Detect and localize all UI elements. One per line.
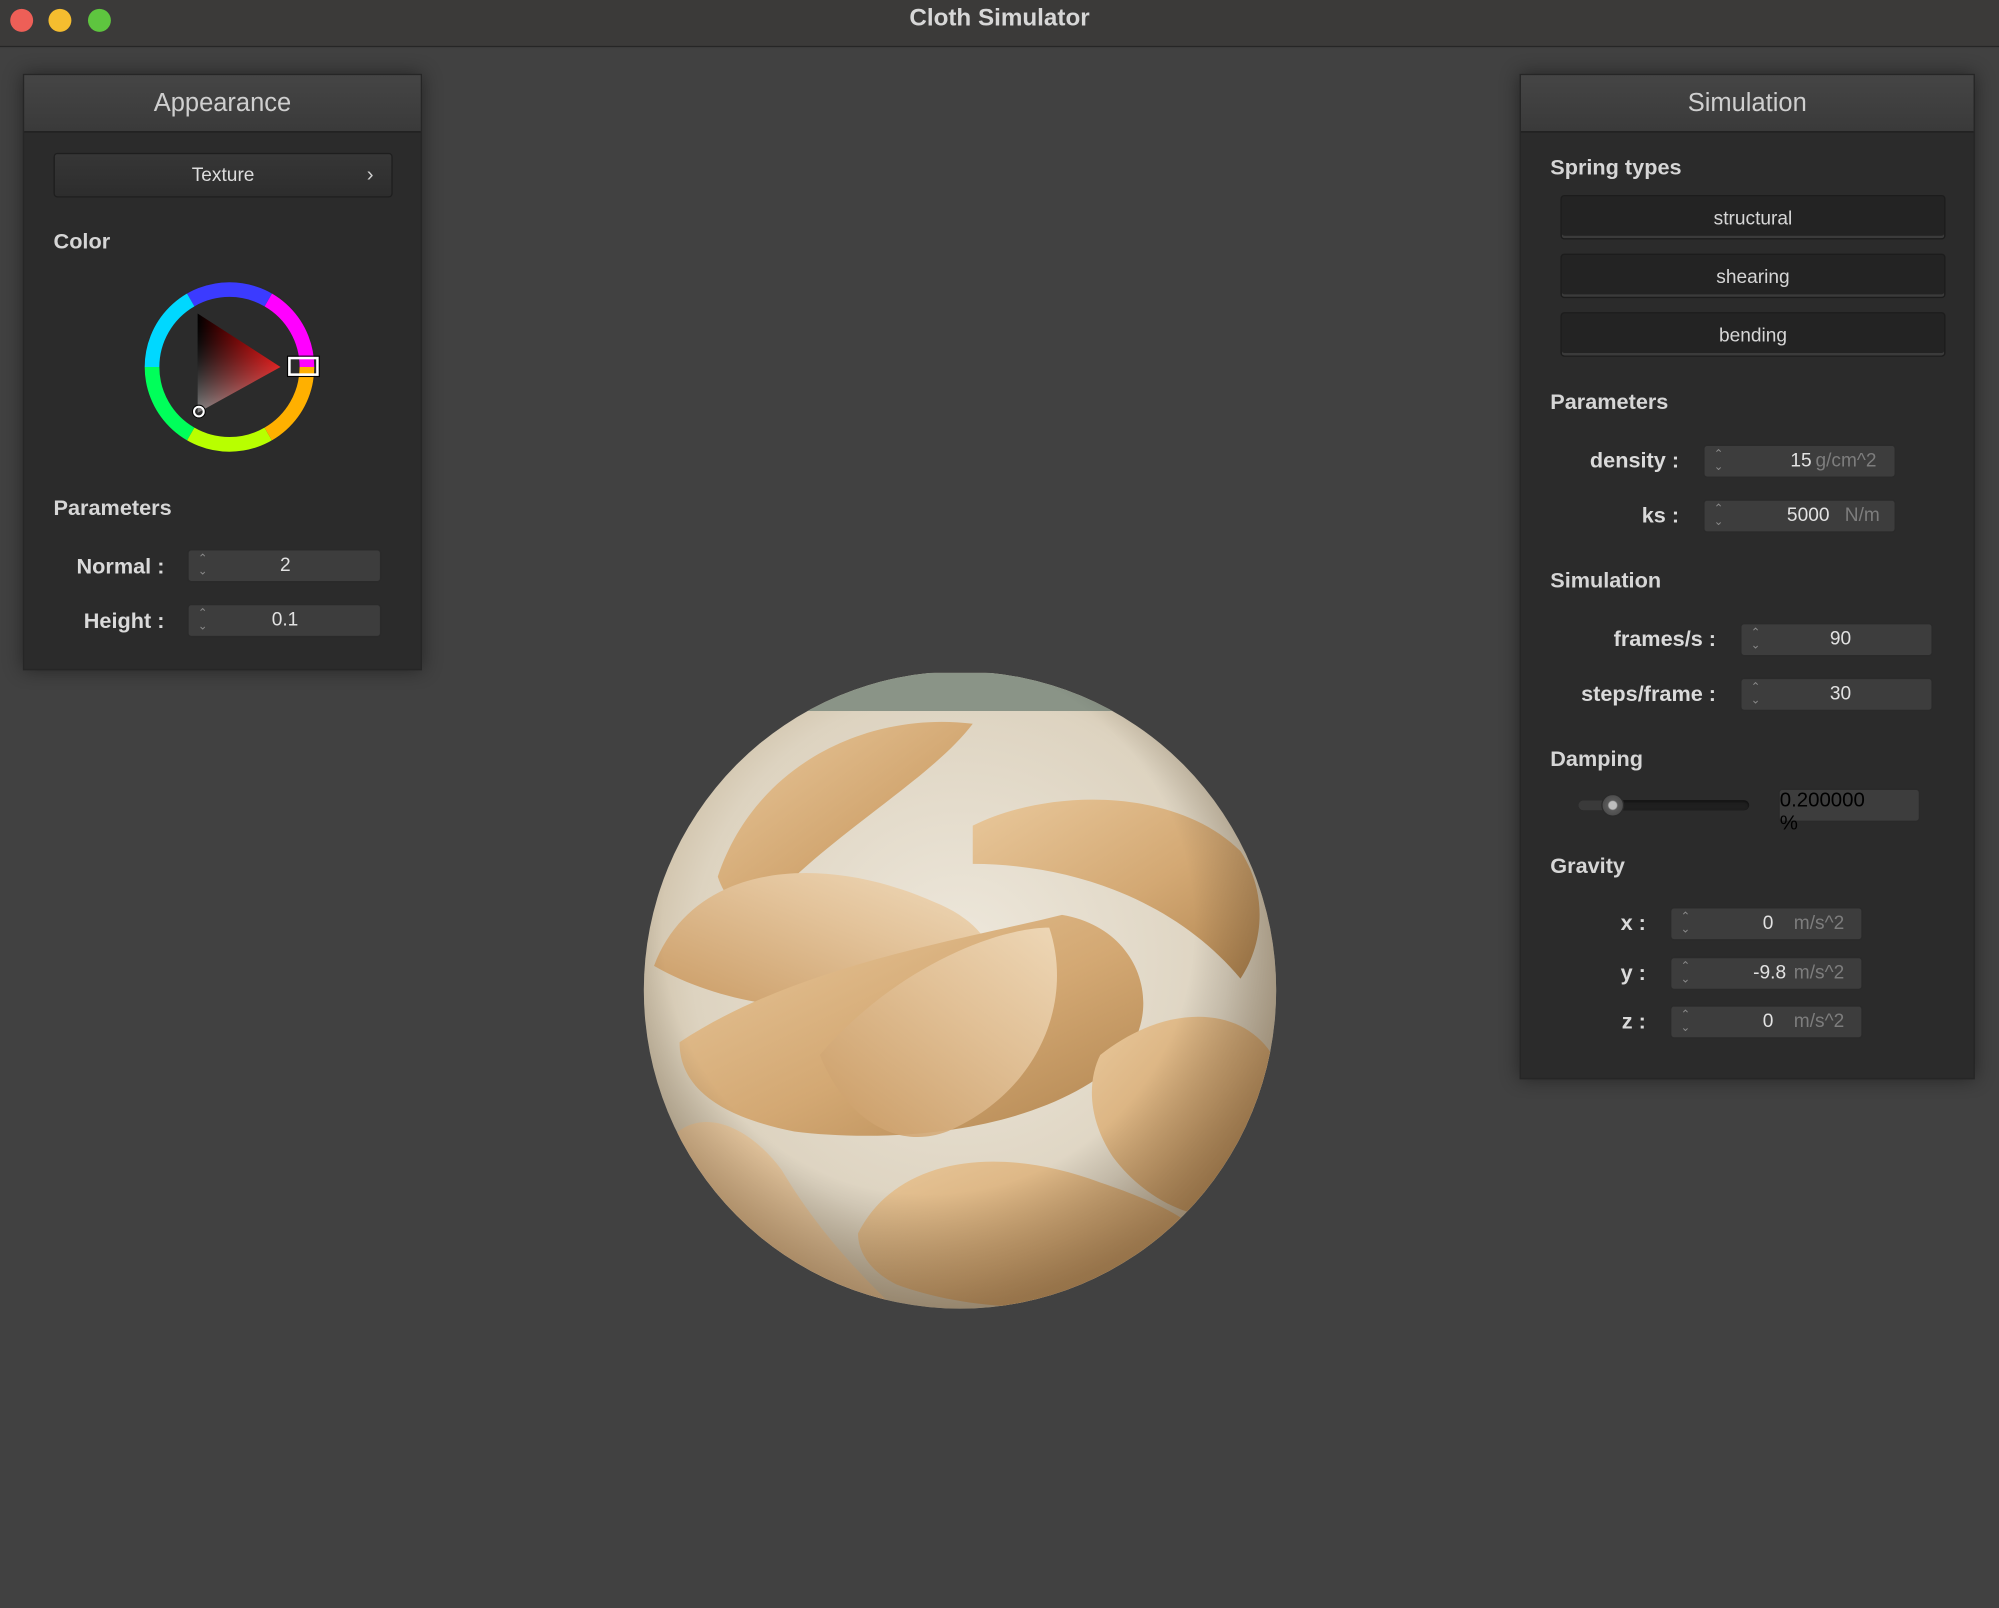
- density-label: density :: [1589, 448, 1680, 473]
- stepper-arrows-icon[interactable]: ⌃ ⌄: [1749, 626, 1762, 654]
- gravity-x-stepper[interactable]: ⌃ ⌄ 0 m/s^2: [1670, 907, 1863, 941]
- window-title: Cloth Simulator: [909, 5, 1090, 32]
- texture-button[interactable]: Texture ›: [53, 152, 393, 198]
- stepper-arrows-icon[interactable]: ⌃ ⌄: [1712, 502, 1725, 530]
- appearance-parameters-label: Parameters: [53, 495, 172, 520]
- bending-button[interactable]: bending: [1560, 312, 1946, 357]
- stepper-arrows-icon[interactable]: ⌃ ⌄: [1679, 1008, 1692, 1036]
- damping-unit: %: [1779, 812, 1798, 835]
- stepper-arrows-icon[interactable]: ⌃ ⌄: [196, 607, 209, 635]
- density-unit: g/cm^2: [1815, 449, 1877, 472]
- title-bar: Cloth Simulator: [0, 0, 1999, 48]
- steps-per-frame-label: steps/frame :: [1581, 681, 1717, 706]
- gravity-label: Gravity: [1550, 853, 1625, 878]
- simulation-panel: Simulation Spring types structural shear…: [1519, 73, 1975, 1080]
- simulation-section-label: Simulation: [1550, 568, 1662, 593]
- gravity-z-unit: m/s^2: [1793, 1010, 1845, 1033]
- chevron-right-icon: ›: [366, 164, 374, 187]
- gravity-y-label: y :: [1620, 960, 1646, 985]
- height-stepper[interactable]: ⌃ ⌄ 0.1: [187, 603, 382, 638]
- gravity-y-stepper[interactable]: ⌃ ⌄ -9.8 m/s^2: [1670, 956, 1863, 991]
- ks-value: 5000: [1786, 504, 1830, 527]
- height-value: 0.1: [271, 609, 299, 631]
- ks-unit: N/m: [1844, 504, 1880, 527]
- simulation-parameters-label: Parameters: [1550, 389, 1669, 415]
- gravity-y-unit: m/s^2: [1793, 962, 1845, 984]
- damping-slider-knob[interactable]: [1601, 793, 1624, 817]
- shearing-button[interactable]: shearing: [1560, 253, 1946, 299]
- normal-stepper[interactable]: ⌃ ⌄ 2: [187, 549, 382, 583]
- color-section-label: Color: [53, 229, 111, 254]
- stepper-arrows-icon[interactable]: ⌃ ⌄: [1679, 959, 1692, 987]
- texture-button-label: Texture: [191, 164, 255, 187]
- ks-stepper[interactable]: ⌃ ⌄ 5000 N/m: [1703, 499, 1896, 533]
- gravity-x-value: 0: [1762, 912, 1774, 934]
- appearance-panel-title: Appearance: [24, 75, 421, 133]
- gravity-x-label: x :: [1620, 911, 1646, 936]
- app-window: Cloth Simulator Appearance Texture › Col…: [0, 0, 1999, 1608]
- damping-value-box[interactable]: 0.200000 %: [1778, 788, 1920, 835]
- gravity-x-unit: m/s^2: [1793, 912, 1845, 934]
- gravity-y-value: -9.8: [1753, 962, 1787, 984]
- fps-stepper[interactable]: ⌃ ⌄ 90: [1740, 623, 1933, 657]
- damping-value: 0.200000: [1779, 790, 1865, 812]
- spring-types-label: Spring types: [1550, 155, 1682, 180]
- ks-label: ks :: [1641, 503, 1680, 528]
- simulation-panel-title: Simulation: [1520, 75, 1974, 133]
- fps-label: frames/s :: [1613, 626, 1717, 652]
- textured-sphere: [641, 671, 1278, 1310]
- density-stepper[interactable]: ⌃ ⌄ 15 g/cm^2: [1703, 444, 1896, 478]
- steps-per-frame-stepper[interactable]: ⌃ ⌄ 30: [1740, 677, 1933, 712]
- stepper-arrows-icon[interactable]: ⌃ ⌄: [1712, 447, 1725, 475]
- gravity-z-stepper[interactable]: ⌃ ⌄ 0 m/s^2: [1670, 1005, 1863, 1039]
- normal-value: 2: [280, 554, 291, 576]
- stepper-arrows-icon[interactable]: ⌃ ⌄: [196, 552, 209, 580]
- damping-label: Damping: [1550, 746, 1644, 771]
- stepper-arrows-icon[interactable]: ⌃ ⌄: [1749, 680, 1762, 708]
- gravity-z-label: z :: [1621, 1009, 1646, 1034]
- color-wheel[interactable]: [139, 277, 320, 458]
- steps-per-frame-value: 30: [1829, 682, 1852, 705]
- structural-button[interactable]: structural: [1560, 194, 1946, 240]
- appearance-panel: Appearance Texture › Color Parameters No…: [22, 73, 422, 671]
- gravity-z-value: 0: [1762, 1010, 1774, 1033]
- density-value: 15: [1790, 449, 1812, 472]
- damping-slider[interactable]: [1578, 793, 1750, 817]
- stepper-arrows-icon[interactable]: ⌃ ⌄: [1679, 910, 1692, 938]
- normal-label: Normal :: [76, 554, 165, 579]
- height-label: Height :: [83, 609, 165, 634]
- fps-value: 90: [1829, 628, 1852, 650]
